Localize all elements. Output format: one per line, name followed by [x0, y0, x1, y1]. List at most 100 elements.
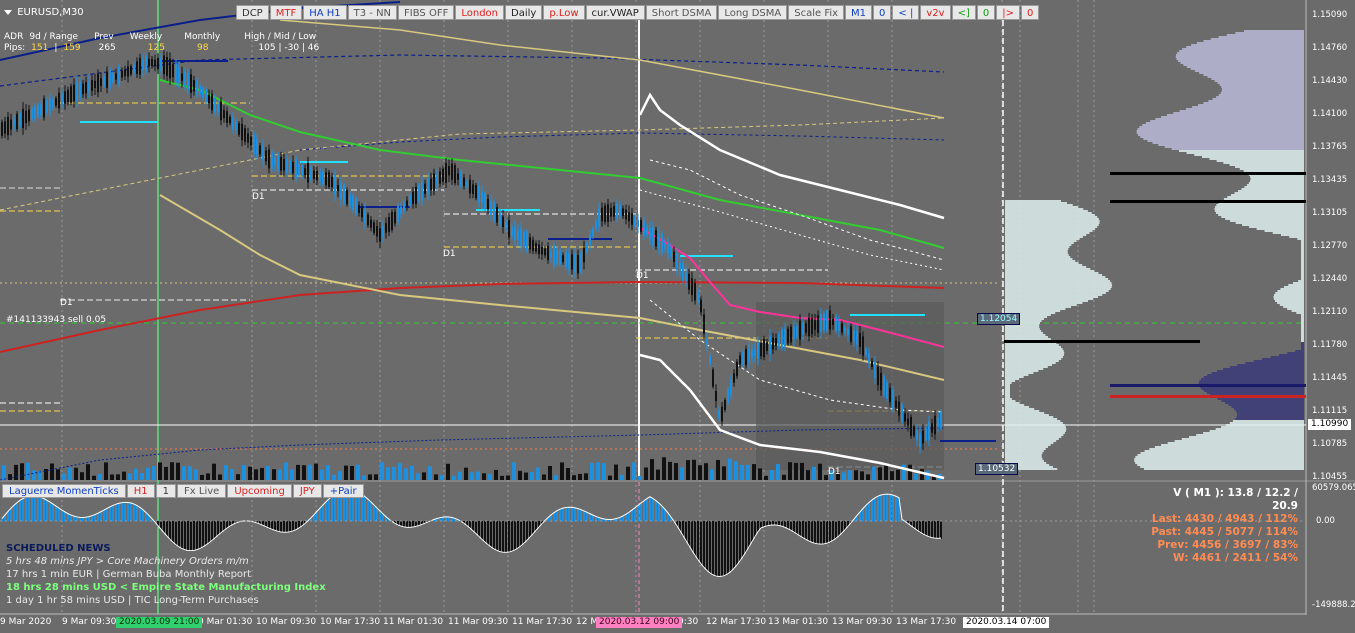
profile-bar [1005, 230, 1093, 232]
toolbar-button-18[interactable]: |> [996, 5, 1020, 20]
price-tick: 1.13105 [1312, 208, 1348, 218]
candle-body [262, 145, 264, 161]
profile-bar [1005, 372, 1034, 374]
profile-bar [1005, 264, 1083, 266]
candle-body [169, 58, 171, 79]
volume-bar [254, 469, 258, 480]
toolbar-button-14[interactable]: < | [892, 5, 920, 20]
volume-bar [392, 466, 396, 480]
candle-body [268, 149, 270, 169]
candle-body [760, 342, 762, 357]
osc-bar [631, 510, 633, 522]
candle-body [403, 203, 405, 211]
toolbar-button-6[interactable]: Daily [505, 5, 543, 20]
indicator-button-3[interactable]: Fx Live [177, 484, 227, 498]
candle-body [709, 355, 711, 365]
profile-bar [1301, 322, 1304, 324]
indicator-button-0[interactable]: Laguerre MomenTicks [2, 484, 126, 498]
toolbar-button-9[interactable]: Short DSMA [645, 5, 718, 20]
profile-bar [1137, 464, 1304, 466]
osc-bar [568, 507, 570, 522]
volume-bar [902, 464, 906, 480]
volume-bar [842, 472, 846, 480]
profile-bar [1005, 382, 1012, 384]
profile-bar [1235, 222, 1304, 224]
profile-bar [1005, 236, 1083, 238]
candle-body [94, 80, 96, 89]
toolbar-button-15[interactable]: v2v [920, 5, 951, 20]
candle-body [178, 67, 180, 83]
toolbar-button-7[interactable]: p.Low [543, 5, 585, 20]
candle-body [103, 76, 105, 86]
osc-bar [505, 521, 507, 553]
profile-bar [1005, 206, 1079, 208]
volume-bar [62, 473, 66, 480]
toolbar-button-16[interactable]: <] [951, 5, 976, 20]
candle-body [808, 317, 810, 337]
toolbar-button-5[interactable]: London [455, 5, 504, 20]
profile-bar [1301, 242, 1304, 244]
profile-bar [1005, 214, 1095, 216]
profile-bar [1287, 308, 1304, 310]
toolbar-button-12[interactable]: M1 [845, 5, 873, 20]
osc-bar [829, 521, 831, 543]
osc-bar [73, 516, 75, 522]
volume-bar [248, 466, 252, 480]
profile-bar [1144, 450, 1304, 452]
toolbar-button-17[interactable]: 0 [976, 5, 996, 20]
toolbar-button-3[interactable]: T3 - NN [347, 5, 398, 20]
volume-bar [92, 475, 96, 480]
indicator-button-4[interactable]: Upcoming [227, 484, 292, 498]
indicator-button-5[interactable]: JPY [292, 484, 322, 498]
toolbar-button-11[interactable]: Scale Fix [788, 5, 845, 20]
profile-bar [1225, 218, 1304, 220]
toolbar-button-2[interactable]: HA H1 [303, 5, 347, 20]
volume-stats: V ( M1 ): 13.8 / 12.2 / 20.9 Last: 4430 … [1150, 487, 1298, 565]
volume-bar [158, 462, 162, 480]
volume-bar [464, 467, 468, 480]
volume-bar [116, 474, 120, 480]
profile-bar [1171, 148, 1304, 150]
candle-body [19, 113, 21, 127]
profile-bar [1005, 402, 1020, 404]
volume-bar [608, 475, 612, 480]
indicator-button-6[interactable]: +Pair [322, 484, 364, 498]
candle-body [772, 337, 774, 350]
osc-bar [574, 507, 576, 522]
osc-bar [751, 521, 753, 543]
profile-bar [1297, 238, 1304, 240]
candle-body [679, 262, 681, 271]
profile-bar [1005, 204, 1073, 206]
volume-bar [662, 457, 666, 480]
indicator-button-2[interactable]: 1 [155, 484, 177, 498]
profile-bar [1005, 390, 1010, 392]
toolbar-button-10[interactable]: Long DSMA [718, 5, 788, 20]
indicator-button-1[interactable]: H1 [126, 484, 155, 498]
candle-body [70, 86, 72, 103]
osc-bar [61, 510, 63, 522]
volume-bar [362, 475, 366, 480]
toolbar-button-4[interactable]: FIBS OFF [398, 5, 455, 20]
toolbar-button-0[interactable]: DCP [236, 5, 269, 20]
candle-body [547, 245, 549, 261]
osc-bar [10, 508, 12, 522]
osc-bar [877, 496, 879, 522]
osc-bar [331, 496, 333, 522]
profile-bar [1005, 456, 1042, 458]
profile-bar [1005, 346, 1062, 348]
toolbar-button-13[interactable]: 0 [873, 5, 892, 20]
volume-bar [764, 475, 768, 480]
toolbar-button-1[interactable]: MTF [269, 5, 303, 20]
profile-bar [1215, 428, 1304, 430]
osc-bar [562, 508, 564, 522]
toolbar-button-8[interactable]: cur.VWAP [585, 5, 645, 20]
profile-bar [1301, 316, 1304, 318]
volume-bar [866, 474, 870, 480]
osc-bar [292, 521, 294, 532]
toolbar-button-19[interactable]: 0 [1020, 5, 1040, 20]
profile-bar [1235, 32, 1304, 34]
volume-bar [416, 473, 420, 480]
osc-bar [67, 513, 69, 522]
volume-bar [8, 474, 12, 480]
candle-body [7, 116, 9, 136]
